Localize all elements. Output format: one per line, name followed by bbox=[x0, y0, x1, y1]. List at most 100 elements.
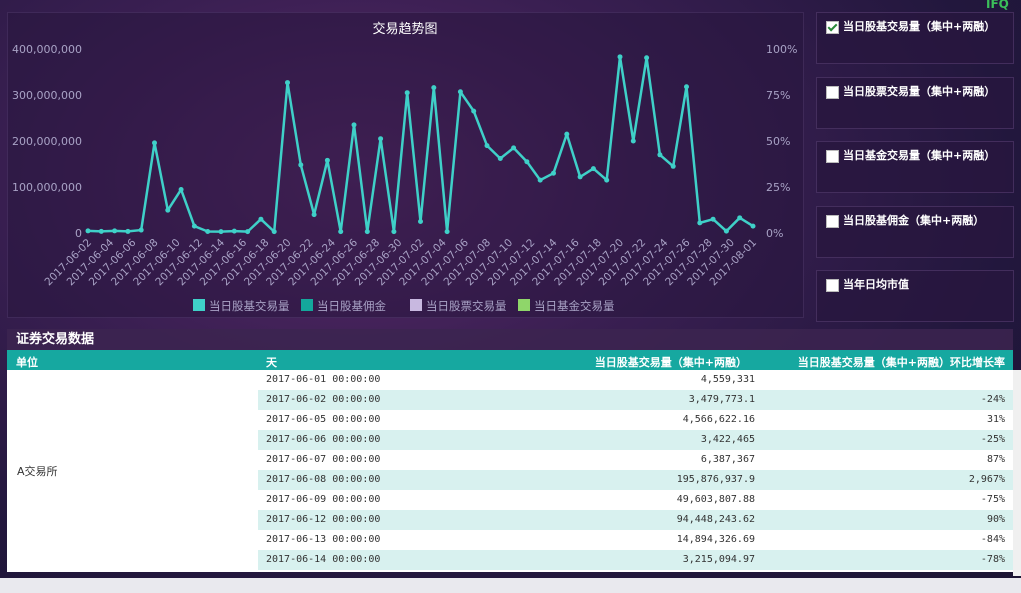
data-point bbox=[630, 138, 636, 144]
data-point bbox=[364, 229, 370, 235]
table-row[interactable]: 2017-06-12 00:00:00 94,448,243.62 90% bbox=[258, 510, 1013, 530]
legend-label: 当日基金交易量 bbox=[534, 299, 615, 313]
series-option-4[interactable]: 当年日均市值 bbox=[816, 270, 1014, 322]
table-row[interactable]: 2017-06-01 00:00:00 4,559,331 bbox=[258, 370, 1013, 390]
data-point bbox=[178, 187, 184, 193]
data-point bbox=[644, 55, 650, 61]
data-point bbox=[750, 223, 756, 229]
y-right-tick-label: 75% bbox=[766, 89, 790, 102]
series-checkbox-4[interactable] bbox=[826, 279, 839, 292]
data-point bbox=[271, 229, 277, 235]
legend-label: 当日股票交易量 bbox=[426, 299, 507, 313]
data-point bbox=[191, 223, 197, 229]
y-left-tick-label: 200,000,000 bbox=[12, 135, 82, 148]
cell-volume: 3,422,465 bbox=[700, 434, 755, 445]
table-row[interactable]: 2017-06-09 00:00:00 49,603,807.88 -75% bbox=[258, 490, 1013, 510]
legend-swatch bbox=[193, 299, 205, 311]
cell-volume: 6,387,367 bbox=[700, 454, 755, 465]
legend-swatch bbox=[301, 299, 313, 311]
data-point bbox=[231, 228, 237, 234]
series-checkbox-1[interactable] bbox=[826, 86, 839, 99]
table-row[interactable]: 2017-06-13 00:00:00 14,894,326.69 -84% bbox=[258, 530, 1013, 550]
data-point bbox=[338, 229, 344, 235]
header-day: 天 bbox=[266, 356, 277, 369]
data-point bbox=[152, 140, 157, 146]
table-scrollbar[interactable] bbox=[1013, 370, 1021, 576]
data-point bbox=[737, 215, 743, 221]
data-point bbox=[165, 207, 171, 213]
cell-rate: 87% bbox=[986, 454, 1005, 465]
table-row[interactable]: 2017-06-08 00:00:00 195,876,937.9 2,967% bbox=[258, 470, 1013, 490]
cell-day: 2017-06-01 00:00:00 bbox=[266, 374, 381, 385]
trend-chart: 交易趋势图 400,000,000 300,000,000 200,000,000 10… bbox=[12, 21, 797, 313]
header-volume: 当日股基交易量（集中+两融） bbox=[594, 356, 747, 369]
data-point bbox=[378, 136, 384, 142]
cell-rate: -75% bbox=[980, 494, 1005, 505]
cell-rate: -78% bbox=[980, 554, 1005, 565]
series-option-2[interactable]: 当日基金交易量（集中+两融） bbox=[816, 141, 1014, 193]
cell-day: 2017-06-09 00:00:00 bbox=[266, 494, 381, 505]
data-point bbox=[311, 212, 317, 218]
data-point bbox=[98, 228, 104, 234]
data-point bbox=[418, 219, 423, 224]
cell-day: 2017-06-07 00:00:00 bbox=[266, 454, 381, 465]
cell-day: 2017-06-08 00:00:00 bbox=[266, 474, 381, 485]
y-left-tick-label: 400,000,000 bbox=[12, 43, 82, 56]
brand-logo: IFQ bbox=[986, 0, 1009, 11]
y-right-tick-label: 0% bbox=[766, 227, 783, 240]
data-point bbox=[524, 159, 530, 165]
table-row[interactable]: 2017-06-06 00:00:00 3,422,465 -25% bbox=[258, 430, 1013, 450]
series-option-0[interactable]: 当日股基交易量（集中+两融） bbox=[816, 12, 1014, 64]
data-point bbox=[710, 216, 716, 222]
data-point bbox=[245, 229, 251, 235]
y-left-tick-label: 0 bbox=[75, 227, 82, 240]
table-row[interactable]: 2017-06-05 00:00:00 4,566,622.16 31% bbox=[258, 410, 1013, 430]
y-right-tick-label: 25% bbox=[766, 181, 790, 194]
data-point bbox=[444, 229, 450, 235]
legend-label: 当日股基交易量 bbox=[209, 299, 290, 313]
series-option-3[interactable]: 当日股基佣金（集中+两融） bbox=[816, 206, 1014, 258]
data-point bbox=[391, 229, 397, 235]
data-point bbox=[85, 228, 91, 234]
series-option-1[interactable]: 当日股票交易量（集中+两融） bbox=[816, 77, 1014, 129]
data-point bbox=[218, 229, 224, 235]
series-checkbox-2[interactable] bbox=[826, 150, 839, 163]
data-point bbox=[670, 163, 676, 169]
data-point bbox=[537, 177, 543, 183]
data-point bbox=[404, 90, 410, 96]
series-option-label: 当年日均市值 bbox=[843, 278, 909, 291]
series-line bbox=[87, 55, 754, 233]
table-title: 证券交易数据 bbox=[7, 329, 1013, 350]
y-left-tick-label: 100,000,000 bbox=[12, 181, 82, 194]
unit-cell: A交易所 bbox=[7, 370, 258, 572]
table-row[interactable]: 2017-06-02 00:00:00 3,479,773.1 -24% bbox=[258, 390, 1013, 410]
cell-volume: 14,894,326.69 bbox=[676, 534, 755, 545]
series-option-label: 当日股票交易量（集中+两融） bbox=[843, 85, 996, 98]
data-point bbox=[723, 228, 729, 234]
data-point bbox=[285, 80, 290, 86]
cell-volume: 4,559,331 bbox=[700, 374, 755, 385]
cell-volume: 4,566,622.16 bbox=[682, 414, 755, 425]
legend-swatch bbox=[518, 299, 530, 311]
securities-data-table: 证券交易数据 单位 天 当日股基交易量（集中+两融） 当日股基交易量（集中+两融… bbox=[7, 329, 1013, 572]
series-checkbox-0[interactable] bbox=[826, 21, 839, 34]
series-checkbox-3[interactable] bbox=[826, 215, 839, 228]
cell-volume: 49,603,807.88 bbox=[676, 494, 755, 505]
cell-day: 2017-06-14 00:00:00 bbox=[266, 554, 381, 565]
cell-volume: 195,876,937.9 bbox=[676, 474, 755, 485]
data-point bbox=[564, 131, 570, 137]
data-point bbox=[551, 170, 556, 176]
cell-rate: 2,967% bbox=[968, 474, 1005, 485]
data-point bbox=[604, 177, 610, 183]
table-row[interactable]: 2017-06-07 00:00:00 6,387,367 87% bbox=[258, 450, 1013, 470]
cell-volume: 94,448,243.62 bbox=[676, 514, 755, 525]
data-point bbox=[657, 152, 663, 158]
data-point bbox=[497, 155, 503, 161]
table-row[interactable]: 2017-06-14 00:00:00 3,215,094.97 -78% bbox=[258, 550, 1013, 570]
header-rate: 当日股基交易量（集中+两融）环比增长率 bbox=[797, 356, 1005, 369]
cell-day: 2017-06-02 00:00:00 bbox=[266, 394, 381, 405]
cell-rate: 90% bbox=[986, 514, 1005, 525]
data-point bbox=[205, 229, 211, 235]
data-point bbox=[138, 227, 144, 233]
data-point bbox=[617, 54, 623, 60]
